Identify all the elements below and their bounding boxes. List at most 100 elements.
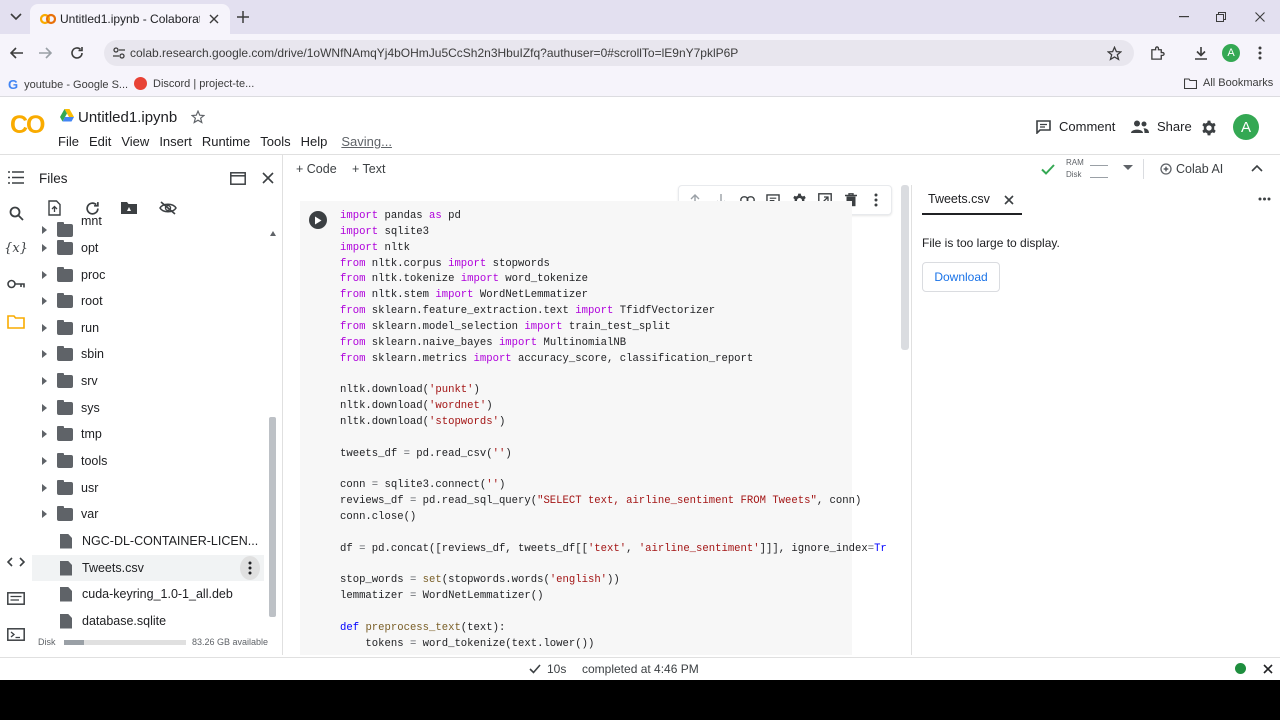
terminal-icon[interactable] [6, 627, 26, 641]
browser-profile-avatar[interactable]: A [1222, 44, 1240, 62]
new-tab-plus-icon[interactable] [234, 8, 252, 26]
bookmark-discord[interactable]: Discord | project-te... [134, 77, 254, 90]
folder-icon [57, 425, 73, 441]
user-avatar[interactable]: A [1233, 114, 1259, 140]
hide-hidden-files-eye-off-icon[interactable] [158, 200, 178, 216]
close-status-icon[interactable] [1261, 662, 1275, 676]
downloads-icon[interactable] [1192, 44, 1210, 62]
run-cell-play-icon[interactable] [309, 211, 327, 229]
menu-insert[interactable]: Insert [159, 134, 192, 149]
code-cell[interactable]: import pandas as pd import sqlite3 impor… [300, 201, 887, 655]
address-bar[interactable]: colab.research.google.com/drive/1oWNfNAm… [104, 40, 1134, 66]
sidebar-scroll-thumb[interactable] [269, 417, 276, 617]
tree-folder-sys[interactable]: sys [32, 395, 272, 421]
folder-icon [57, 319, 73, 335]
collapse-header-chevron-up-icon[interactable] [1250, 162, 1264, 174]
colab-ai-label: Colab AI [1176, 162, 1224, 176]
tree-folder-tools[interactable]: tools [32, 448, 272, 474]
tree-row-label: tmp [81, 427, 102, 441]
menu-help[interactable]: Help [301, 134, 328, 149]
back-arrow-icon[interactable] [8, 44, 26, 62]
tree-folder-usr[interactable]: usr [32, 475, 272, 501]
file-more-options-kebab-icon[interactable] [240, 556, 260, 580]
tree-file-database-sqlite[interactable]: database.sqlite [32, 608, 272, 634]
cell-more-kebab-icon[interactable] [869, 192, 883, 208]
bookmark-youtube[interactable]: G youtube - Google S... [8, 77, 128, 92]
mount-drive-icon[interactable] [120, 200, 138, 216]
tree-file-tweets-csv[interactable]: Tweets.csv [32, 555, 264, 581]
tab-search-icon[interactable] [6, 8, 26, 26]
window-close-icon[interactable] [1252, 9, 1268, 25]
tree-folder-srv[interactable]: srv [32, 368, 272, 394]
bookmark-star-icon[interactable] [1106, 45, 1122, 61]
menu-runtime[interactable]: Runtime [202, 134, 250, 149]
folder-icon [57, 292, 73, 308]
colab-ai-button[interactable]: Colab AI [1160, 162, 1223, 176]
window-restore-icon[interactable] [1213, 9, 1229, 25]
notebook-scrollbar[interactable] [901, 185, 909, 655]
code-editor[interactable]: import pandas as pd import sqlite3 impor… [340, 209, 887, 653]
file-viewer-panel: Tweets.csv File is too large to display.… [912, 185, 1280, 655]
tab-close-icon[interactable] [206, 11, 222, 27]
menu-view[interactable]: View [121, 134, 149, 149]
download-button[interactable]: Download [922, 262, 1000, 292]
discord-favicon-icon [134, 77, 147, 90]
command-palette-icon[interactable] [6, 591, 26, 605]
tree-row-label: root [81, 294, 103, 308]
folder-icon [57, 266, 73, 282]
reload-icon[interactable] [68, 44, 86, 62]
tree-file-ngc-license[interactable]: NGC-DL-CONTAINER-LICEN... [32, 528, 272, 554]
menu-edit[interactable]: Edit [89, 134, 111, 149]
colab-ai-icon [1160, 163, 1172, 175]
open-in-tab-icon[interactable] [229, 170, 247, 186]
folder-icon [57, 372, 73, 388]
tree-folder-proc[interactable]: proc [32, 262, 272, 288]
secrets-key-icon[interactable] [7, 277, 25, 291]
resource-dropdown-icon[interactable] [1122, 163, 1134, 173]
resource-monitor[interactable]: RAM Disk [1066, 156, 1108, 180]
all-bookmarks-button[interactable]: All Bookmarks [1184, 77, 1273, 89]
tree-folder-var[interactable]: var [32, 501, 272, 527]
add-text-button[interactable]: + Text [352, 162, 385, 176]
folder-icon [57, 452, 73, 468]
browser-tab-active[interactable]: Untitled1.ipynb - Colaboratory [30, 4, 230, 34]
file-viewer-tab[interactable]: Tweets.csv [922, 185, 1022, 215]
tree-row-label: sbin [81, 347, 104, 361]
window-minimize-icon[interactable] [1176, 9, 1192, 25]
add-code-button[interactable]: + Code [296, 162, 337, 176]
notebook-scroll-thumb[interactable] [901, 185, 909, 350]
tree-row-label: database.sqlite [82, 614, 167, 628]
file-icon [60, 586, 72, 602]
search-icon[interactable] [8, 205, 24, 221]
variables-icon[interactable]: {x} [4, 240, 28, 256]
star-icon[interactable] [190, 109, 206, 125]
settings-gear-icon[interactable] [1200, 119, 1218, 137]
colab-logo[interactable]: CO [10, 111, 45, 140]
comment-button[interactable]: Comment [1036, 119, 1115, 134]
close-sidebar-icon[interactable] [260, 170, 276, 186]
refresh-icon[interactable] [84, 200, 100, 216]
sidebar-scrollbar[interactable] [268, 227, 278, 627]
menu-file[interactable]: File [58, 134, 79, 149]
tree-folder-root[interactable]: root [32, 288, 272, 314]
upload-file-icon[interactable] [46, 200, 62, 216]
menu-tools[interactable]: Tools [260, 134, 290, 149]
browser-menu-kebab-icon[interactable] [1254, 44, 1266, 62]
tree-file-cuda-keyring[interactable]: cuda-keyring_1.0-1_all.deb [32, 581, 272, 607]
site-settings-icon[interactable] [112, 47, 126, 59]
close-tab-icon[interactable] [1002, 193, 1016, 207]
tree-folder-opt[interactable]: opt [32, 235, 272, 261]
panel-more-horizontal-icon[interactable] [1256, 191, 1272, 207]
tree-folder-tmp[interactable]: tmp [32, 421, 272, 447]
table-of-contents-icon[interactable] [8, 169, 24, 185]
files-sidebar: Files mnt opt proc root run sbin srv sys… [32, 155, 282, 655]
notebook-title[interactable]: Untitled1.ipynb [78, 109, 177, 126]
files-folder-icon[interactable] [7, 314, 25, 330]
forward-arrow-icon[interactable] [36, 44, 54, 62]
tree-folder-sbin[interactable]: sbin [32, 341, 272, 367]
file-tree: mnt opt proc root run sbin srv sys tmp t… [32, 217, 272, 657]
extensions-puzzle-icon[interactable] [1148, 44, 1166, 62]
tree-folder-run[interactable]: run [32, 315, 272, 341]
code-snippets-icon[interactable] [6, 555, 26, 569]
share-button[interactable]: Share [1131, 119, 1192, 134]
